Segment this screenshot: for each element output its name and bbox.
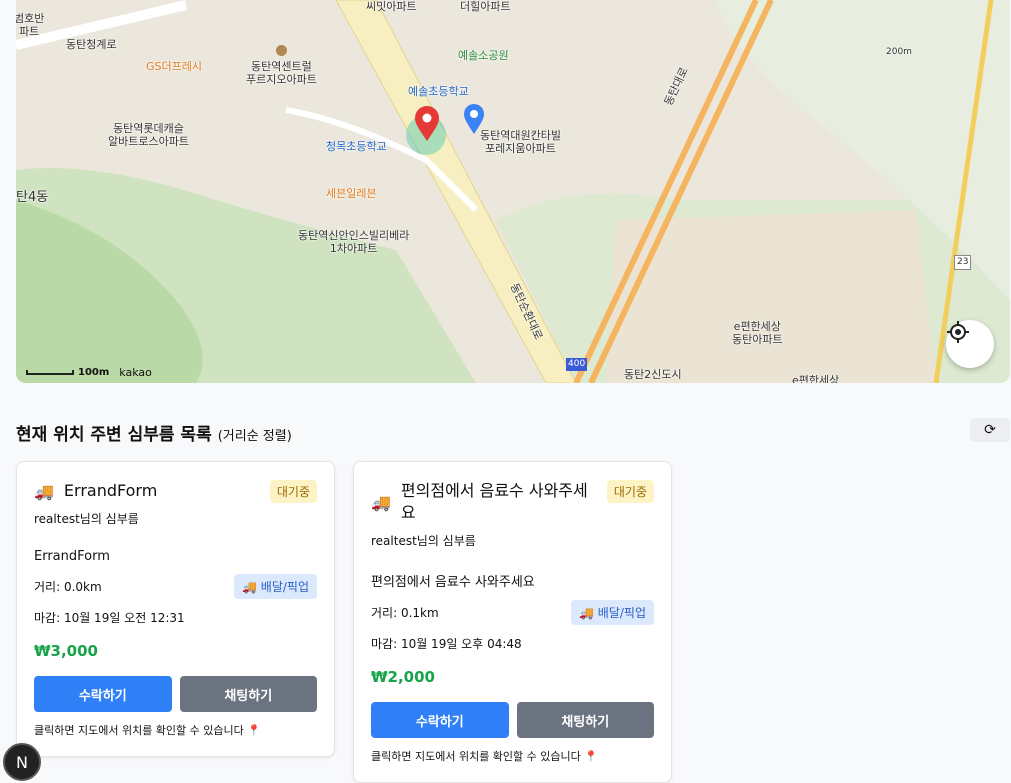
errand-card[interactable]: 🚚 ErrandForm 대기중 realtest님의 심부름 ErrandForm… [16,461,335,757]
map-scale: 100m kakao [26,366,152,379]
category-tag: 🚚 배달/픽업 [571,600,654,625]
road-sign: 400 [566,358,588,371]
card-hint: 클릭하면 지도에서 위치를 확인할 수 있습니다 📍 [371,750,598,763]
card-price: ₩3,000 [34,642,98,660]
blue-marker-icon[interactable] [463,103,485,135]
road-sign: 23 [954,255,972,270]
map-label: 범호반 파트 [16,12,45,38]
truck-icon: 🚚 [34,481,54,501]
status-badge: 대기중 [269,480,317,503]
card-description: 편의점에서 음료수 사와주세요 [371,575,535,590]
map-label: 동탄청계로 [66,38,117,51]
accept-button[interactable]: 수락하기 [371,702,509,738]
card-deadline: 마감: 10월 19일 오후 04:48 [371,637,522,651]
map-label: 동탄역대원칸타빌 포레지움아파트 [480,129,561,155]
card-deadline: 마감: 10월 19일 오전 12:31 [34,611,185,625]
card-owner: realtest님의 심부름 [34,512,139,526]
card-title: ErrandForm [63,481,158,500]
truck-icon: 🚚 [371,492,391,512]
map-label: 세븐일레븐 [326,187,377,200]
map-label: e편한세상 동탄아파트 [732,320,783,346]
map-label: 동탄역신안인스빌리베라 1차아파트 [298,229,410,255]
status-badge: 대기중 [606,480,654,503]
map-label: 예솔소공원 [458,49,509,62]
map-label: 탄4동 [16,190,49,205]
map-label: 동탄역롯데캐슬 알바트로스아파트 [108,122,189,148]
map-label: 200m [886,47,912,57]
refresh-button[interactable]: ⟳ [970,418,1010,442]
list-title: 현재 위치 주변 심부름 목록 (거리순 정렬) [16,425,292,445]
map-label: 예솔초등학교 [408,85,469,98]
card-distance: 거리: 0.0km [34,580,102,594]
map-label: 씨밋아파트 [366,0,417,13]
accept-button[interactable]: 수락하기 [34,676,172,712]
map-label: e편한세상 [792,374,840,383]
card-hint: 클릭하면 지도에서 위치를 확인할 수 있습니다 📍 [34,724,261,737]
card-title: 편의점에서 음료수 사와주세요 [400,481,588,522]
map-label: 청목초등학교 [326,140,387,153]
map[interactable]: 범호반 파트 동탄청계로 GS더프레시 동탄역센트럴 푸르지오아파트 씨밋아파트 더… [16,0,1010,383]
chat-button[interactable]: 채팅하기 [179,676,317,712]
card-distance: 거리: 0.1km [371,606,439,620]
card-description: ErrandForm [34,549,110,564]
map-label: GS더프레시 [146,60,202,73]
n-logo-icon: N [16,752,28,772]
card-owner: realtest님의 심부름 [371,534,476,548]
map-label: 동탄2신도시 [624,368,682,381]
category-tag: 🚚 배달/픽업 [234,574,317,599]
card-price: ₩2,000 [371,668,435,686]
current-location-button[interactable] [946,320,994,368]
map-label: 동탄역센트럴 푸르지오아파트 [246,45,317,86]
errand-card[interactable]: 🚚 편의점에서 음료수 사와주세요 대기중 realtest님의 심부름 편의점에서… [353,461,672,783]
red-marker-icon[interactable] [414,106,440,142]
map-background [16,0,1010,383]
chat-button[interactable]: 채팅하기 [516,702,654,738]
map-label: 더힐아파트 [460,0,511,13]
crosshair-icon [947,321,969,343]
refresh-icon: ⟳ [984,422,996,438]
nextjs-devtools-button[interactable]: N [3,743,41,781]
